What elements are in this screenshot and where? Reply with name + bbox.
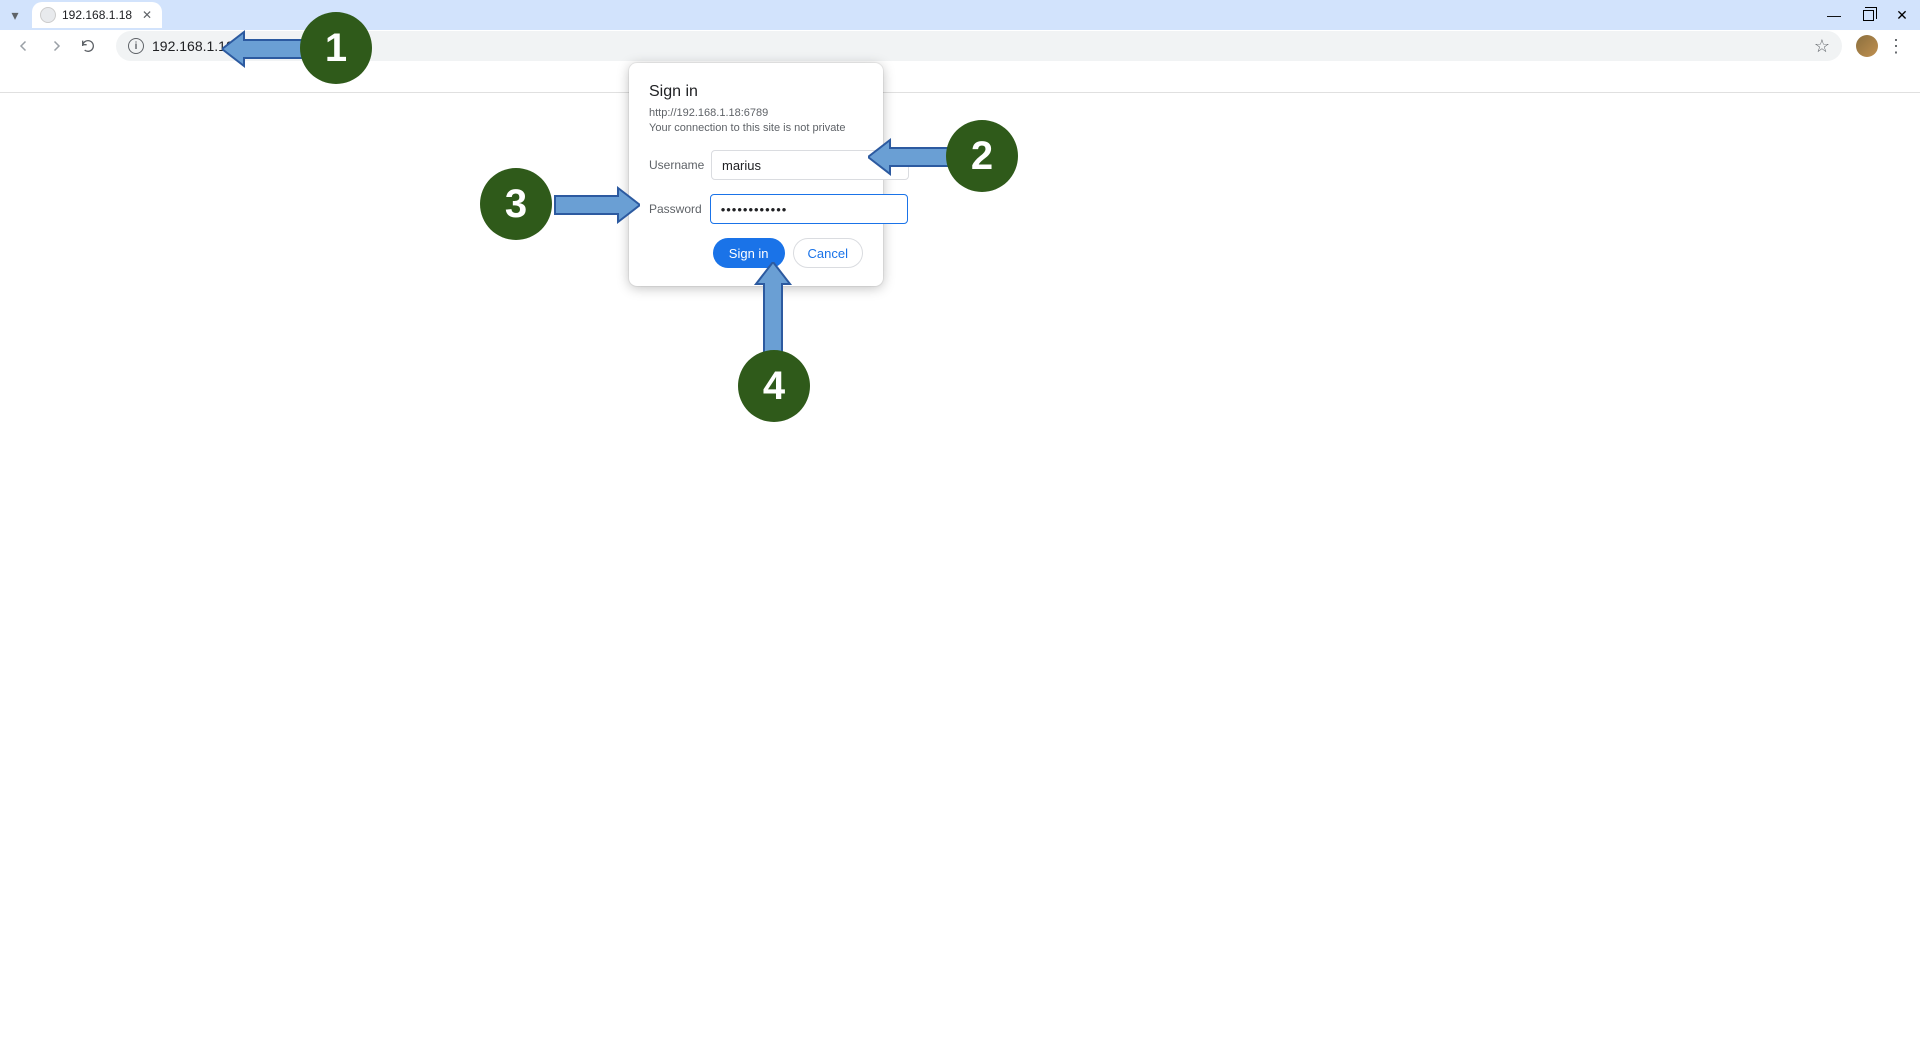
- dialog-title: Sign in: [649, 83, 863, 101]
- arrow-right-icon: [47, 37, 65, 55]
- reload-button[interactable]: [74, 32, 102, 60]
- address-bar[interactable]: i 192.168.1.18:6789 ☆: [116, 31, 1842, 61]
- username-label: Username: [649, 158, 703, 172]
- cancel-button[interactable]: Cancel: [793, 238, 863, 268]
- annotation-badge-2: 2: [946, 120, 1018, 192]
- annotation-arrow-2: [868, 132, 958, 182]
- annotation-number: 4: [763, 364, 785, 409]
- bookmark-icon[interactable]: ☆: [1814, 36, 1830, 57]
- annotation-arrow-1: [222, 24, 312, 74]
- reload-icon: [80, 38, 96, 54]
- profile-avatar[interactable]: [1856, 35, 1878, 57]
- window-controls: — ✕: [1826, 7, 1920, 23]
- annotation-badge-3: 3: [480, 168, 552, 240]
- dialog-url: http://192.168.1.18:6789: [649, 107, 863, 119]
- tab-title: 192.168.1.18: [62, 8, 132, 22]
- annotation-badge-4: 4: [738, 350, 810, 422]
- menu-button[interactable]: ⋮: [1882, 32, 1910, 60]
- page-content: [0, 92, 1920, 1053]
- back-button[interactable]: [10, 32, 38, 60]
- forward-button[interactable]: [42, 32, 70, 60]
- tabs-dropdown[interactable]: ▾: [0, 0, 30, 30]
- annotation-number: 2: [971, 134, 993, 179]
- close-icon[interactable]: ✕: [142, 8, 152, 22]
- annotation-arrow-4: [748, 262, 798, 358]
- arrow-left-icon: [15, 37, 33, 55]
- password-row: Password: [649, 194, 863, 224]
- password-input[interactable]: [710, 194, 908, 224]
- annotation-number: 1: [325, 26, 347, 71]
- minimize-button[interactable]: —: [1826, 7, 1842, 23]
- password-label: Password: [649, 202, 702, 216]
- info-icon[interactable]: i: [128, 38, 144, 54]
- annotation-arrow-3: [550, 180, 640, 230]
- browser-tab[interactable]: 192.168.1.18 ✕: [32, 2, 162, 28]
- restore-button[interactable]: [1860, 7, 1876, 23]
- chevron-down-icon: ▾: [11, 7, 18, 24]
- username-row: Username: [649, 150, 863, 180]
- favicon-icon: [40, 7, 56, 23]
- annotation-number: 3: [505, 182, 527, 227]
- signin-dialog: Sign in http://192.168.1.18:6789 Your co…: [629, 63, 883, 286]
- dialog-warning: Your connection to this site is not priv…: [649, 122, 863, 134]
- close-button[interactable]: ✕: [1894, 7, 1910, 23]
- annotation-badge-1: 1: [300, 12, 372, 84]
